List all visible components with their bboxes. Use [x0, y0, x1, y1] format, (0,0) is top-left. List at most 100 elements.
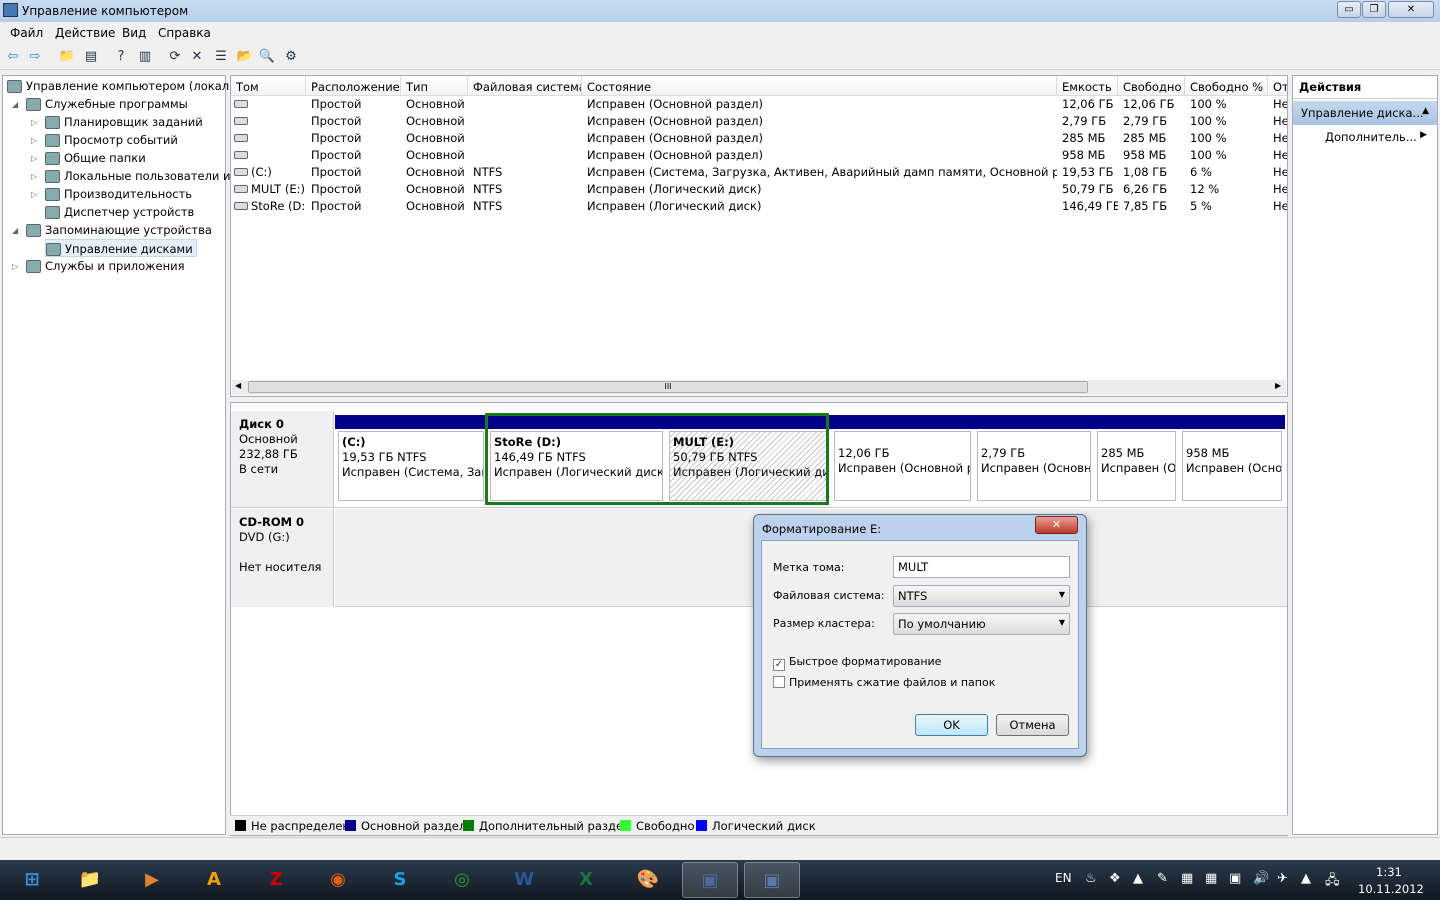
tree-item[interactable]: Планировщик заданий	[45, 113, 203, 131]
refresh-icon[interactable]: ⟳	[166, 48, 184, 66]
expand-icon[interactable]: ▷	[31, 172, 37, 181]
clock-date[interactable]: 10.11.2012	[1358, 882, 1424, 896]
show-hide-action-icon[interactable]: ▥	[136, 48, 154, 66]
checkbox-icon[interactable]	[773, 676, 785, 688]
partition[interactable]: 285 МБИсправен (Основной раздел)	[1094, 415, 1179, 503]
airplane-icon[interactable]: ✈	[1277, 871, 1288, 886]
ok-button[interactable]: OK	[915, 714, 988, 736]
collapse-icon[interactable]: ▲	[1422, 106, 1429, 116]
tree-item[interactable]: Запоминающие устройства	[26, 221, 212, 239]
maximize-button[interactable]: ❐	[1362, 1, 1386, 18]
clock-time[interactable]: 1:31	[1376, 865, 1402, 879]
partition[interactable]: 12,06 ГБИсправен (Основной раздел)	[831, 415, 974, 503]
app-icon[interactable]: ▦	[1181, 871, 1193, 886]
filesystem-select[interactable]: NTFS	[893, 585, 1070, 607]
column-header[interactable]: Том	[231, 76, 306, 96]
table-row[interactable]: StoRe (D:) Простой Основной NTFS Исправен (Л…	[231, 198, 1287, 215]
column-header[interactable]: Состояние	[582, 76, 1057, 96]
column-header[interactable]: Емкость	[1057, 76, 1118, 96]
quick-format-checkbox[interactable]: ✓ Быстрое форматирование	[773, 655, 941, 671]
table-row[interactable]: (C:) Простой Основной NTFS Исправен (Система…	[231, 164, 1287, 181]
partition-box[interactable]: 285 МБИсправен (Основной раздел)	[1097, 431, 1176, 501]
tree-item[interactable]: Общие папки	[45, 149, 146, 167]
compression-checkbox[interactable]: Применять сжатие файлов и папок	[773, 676, 995, 689]
app2-icon[interactable]: ▦	[1205, 871, 1217, 886]
table-row[interactable]: Простой Основной Исправен (Основной раздел…	[231, 113, 1287, 130]
disk0-label[interactable]: Диск 0 Основной 232,88 ГБ В сети	[231, 411, 334, 507]
remote-desktop-taskbar-button[interactable]: ▣	[682, 862, 738, 898]
column-header[interactable]: Свободно	[1118, 76, 1185, 96]
word-taskbar-button[interactable]: W	[496, 862, 552, 898]
open-icon[interactable]: 📂	[236, 48, 254, 66]
table-row[interactable]: Простой Основной Исправен (Основной раздел…	[231, 96, 1287, 113]
column-header[interactable]: От	[1268, 76, 1287, 96]
actions-section-disk-management[interactable]: Управление диска... ▲	[1293, 101, 1437, 125]
chrome-taskbar-button[interactable]: ◎	[434, 862, 490, 898]
expand-icon[interactable]: ▷	[31, 118, 37, 127]
paint-taskbar-button[interactable]: 🎨	[620, 862, 676, 898]
column-header[interactable]: Тип	[401, 76, 468, 96]
tree-item[interactable]: Служебные программы	[26, 95, 188, 113]
filezilla-taskbar-button[interactable]: Z	[248, 862, 304, 898]
firefox-taskbar-button[interactable]: ◉	[310, 862, 366, 898]
vlc-icon[interactable]: ▲	[1301, 871, 1311, 886]
dialog-close-button[interactable]: ✕	[1035, 516, 1078, 534]
scroll-left-icon[interactable]: ◀	[235, 381, 241, 390]
acrobat-icon[interactable]: ✎	[1157, 871, 1168, 886]
menu-help[interactable]: Справка	[158, 26, 211, 40]
partition-box[interactable]: 958 МБИсправен (Основной раздел)	[1182, 431, 1282, 501]
column-header[interactable]: Свободно %	[1185, 76, 1268, 96]
up-folder-icon[interactable]: 📁	[58, 48, 76, 66]
table-row[interactable]: Простой Основной Исправен (Основной раздел…	[231, 130, 1287, 147]
expand-icon[interactable]: ▷	[12, 262, 18, 271]
network-share-icon[interactable]: ▣	[1229, 871, 1241, 886]
menu-action[interactable]: Действие	[55, 26, 115, 40]
table-row[interactable]: MULT (E:) Простой Основной NTFS Исправен (Ло…	[231, 181, 1287, 198]
tree-item[interactable]: Управление компьютером (локальным)	[7, 77, 266, 95]
scroll-thumb[interactable]: III	[248, 381, 1088, 393]
dropbox-icon[interactable]: ❖	[1109, 871, 1121, 886]
expand-icon[interactable]: ◢	[12, 226, 18, 235]
expand-icon[interactable]: ◢	[12, 100, 18, 109]
show-hide-tree-icon[interactable]: ▤	[82, 48, 100, 66]
steam-icon[interactable]: ♨	[1085, 871, 1097, 886]
column-header[interactable]: Файловая система	[468, 76, 582, 96]
minimize-button[interactable]: ▭	[1337, 1, 1361, 18]
help-icon[interactable]: ?	[112, 48, 130, 66]
menu-view[interactable]: Вид	[122, 26, 146, 40]
expand-icon[interactable]: ▷	[31, 154, 37, 163]
horizontal-scrollbar[interactable]: ◀ III ▶	[232, 380, 1286, 395]
tree-item[interactable]: Производительность	[45, 185, 192, 203]
skype-taskbar-button[interactable]: S	[372, 862, 428, 898]
partition[interactable]: 958 МБИсправен (Основной раздел)	[1179, 415, 1285, 503]
cancel-button[interactable]: Отмена	[996, 714, 1069, 736]
search-icon[interactable]: 🔍	[258, 48, 276, 66]
partition-box[interactable]: (C:)19,53 ГБ NTFSИсправен (Система, Загр…	[338, 431, 484, 501]
media-player-taskbar-button[interactable]: ▶	[124, 862, 180, 898]
volume-icon[interactable]: 🔊	[1253, 871, 1269, 886]
delete-icon[interactable]: ✕	[188, 48, 206, 66]
scroll-right-icon[interactable]: ▶	[1275, 381, 1281, 390]
excel-taskbar-button[interactable]: X	[558, 862, 614, 898]
forward-icon[interactable]: ⇨	[26, 48, 44, 66]
close-button[interactable]: ✕	[1388, 1, 1434, 18]
tree-item[interactable]: Диспетчер устройств	[45, 203, 194, 221]
network-icon[interactable]: 🖧	[1325, 871, 1340, 893]
tree-item[interactable]: Просмотр событий	[45, 131, 178, 149]
language-indicator[interactable]: EN	[1055, 871, 1072, 885]
back-icon[interactable]: ⇦	[4, 48, 22, 66]
expand-icon[interactable]: ▷	[31, 190, 37, 199]
settings-icon[interactable]: ⚙	[282, 48, 300, 66]
menu-file[interactable]: Файл	[10, 26, 43, 40]
computer-management-taskbar-button[interactable]: ▣	[744, 862, 800, 898]
cluster-size-select[interactable]: По умолчанию	[893, 613, 1070, 635]
column-header[interactable]: Расположение	[306, 76, 401, 96]
table-row[interactable]: Простой Основной Исправен (Основной раздел…	[231, 147, 1287, 164]
avast-taskbar-button[interactable]: A	[186, 862, 242, 898]
start-button[interactable]: ⊞	[4, 862, 60, 898]
expand-icon[interactable]: ▷	[31, 136, 37, 145]
actions-more[interactable]: Дополнитель... ▶	[1293, 125, 1437, 144]
partition[interactable]: (C:)19,53 ГБ NTFSИсправен (Система, Загр…	[335, 415, 487, 503]
tree-item[interactable]: Службы и приложения	[26, 257, 185, 275]
volume-label-input[interactable]: MULT	[893, 556, 1070, 578]
